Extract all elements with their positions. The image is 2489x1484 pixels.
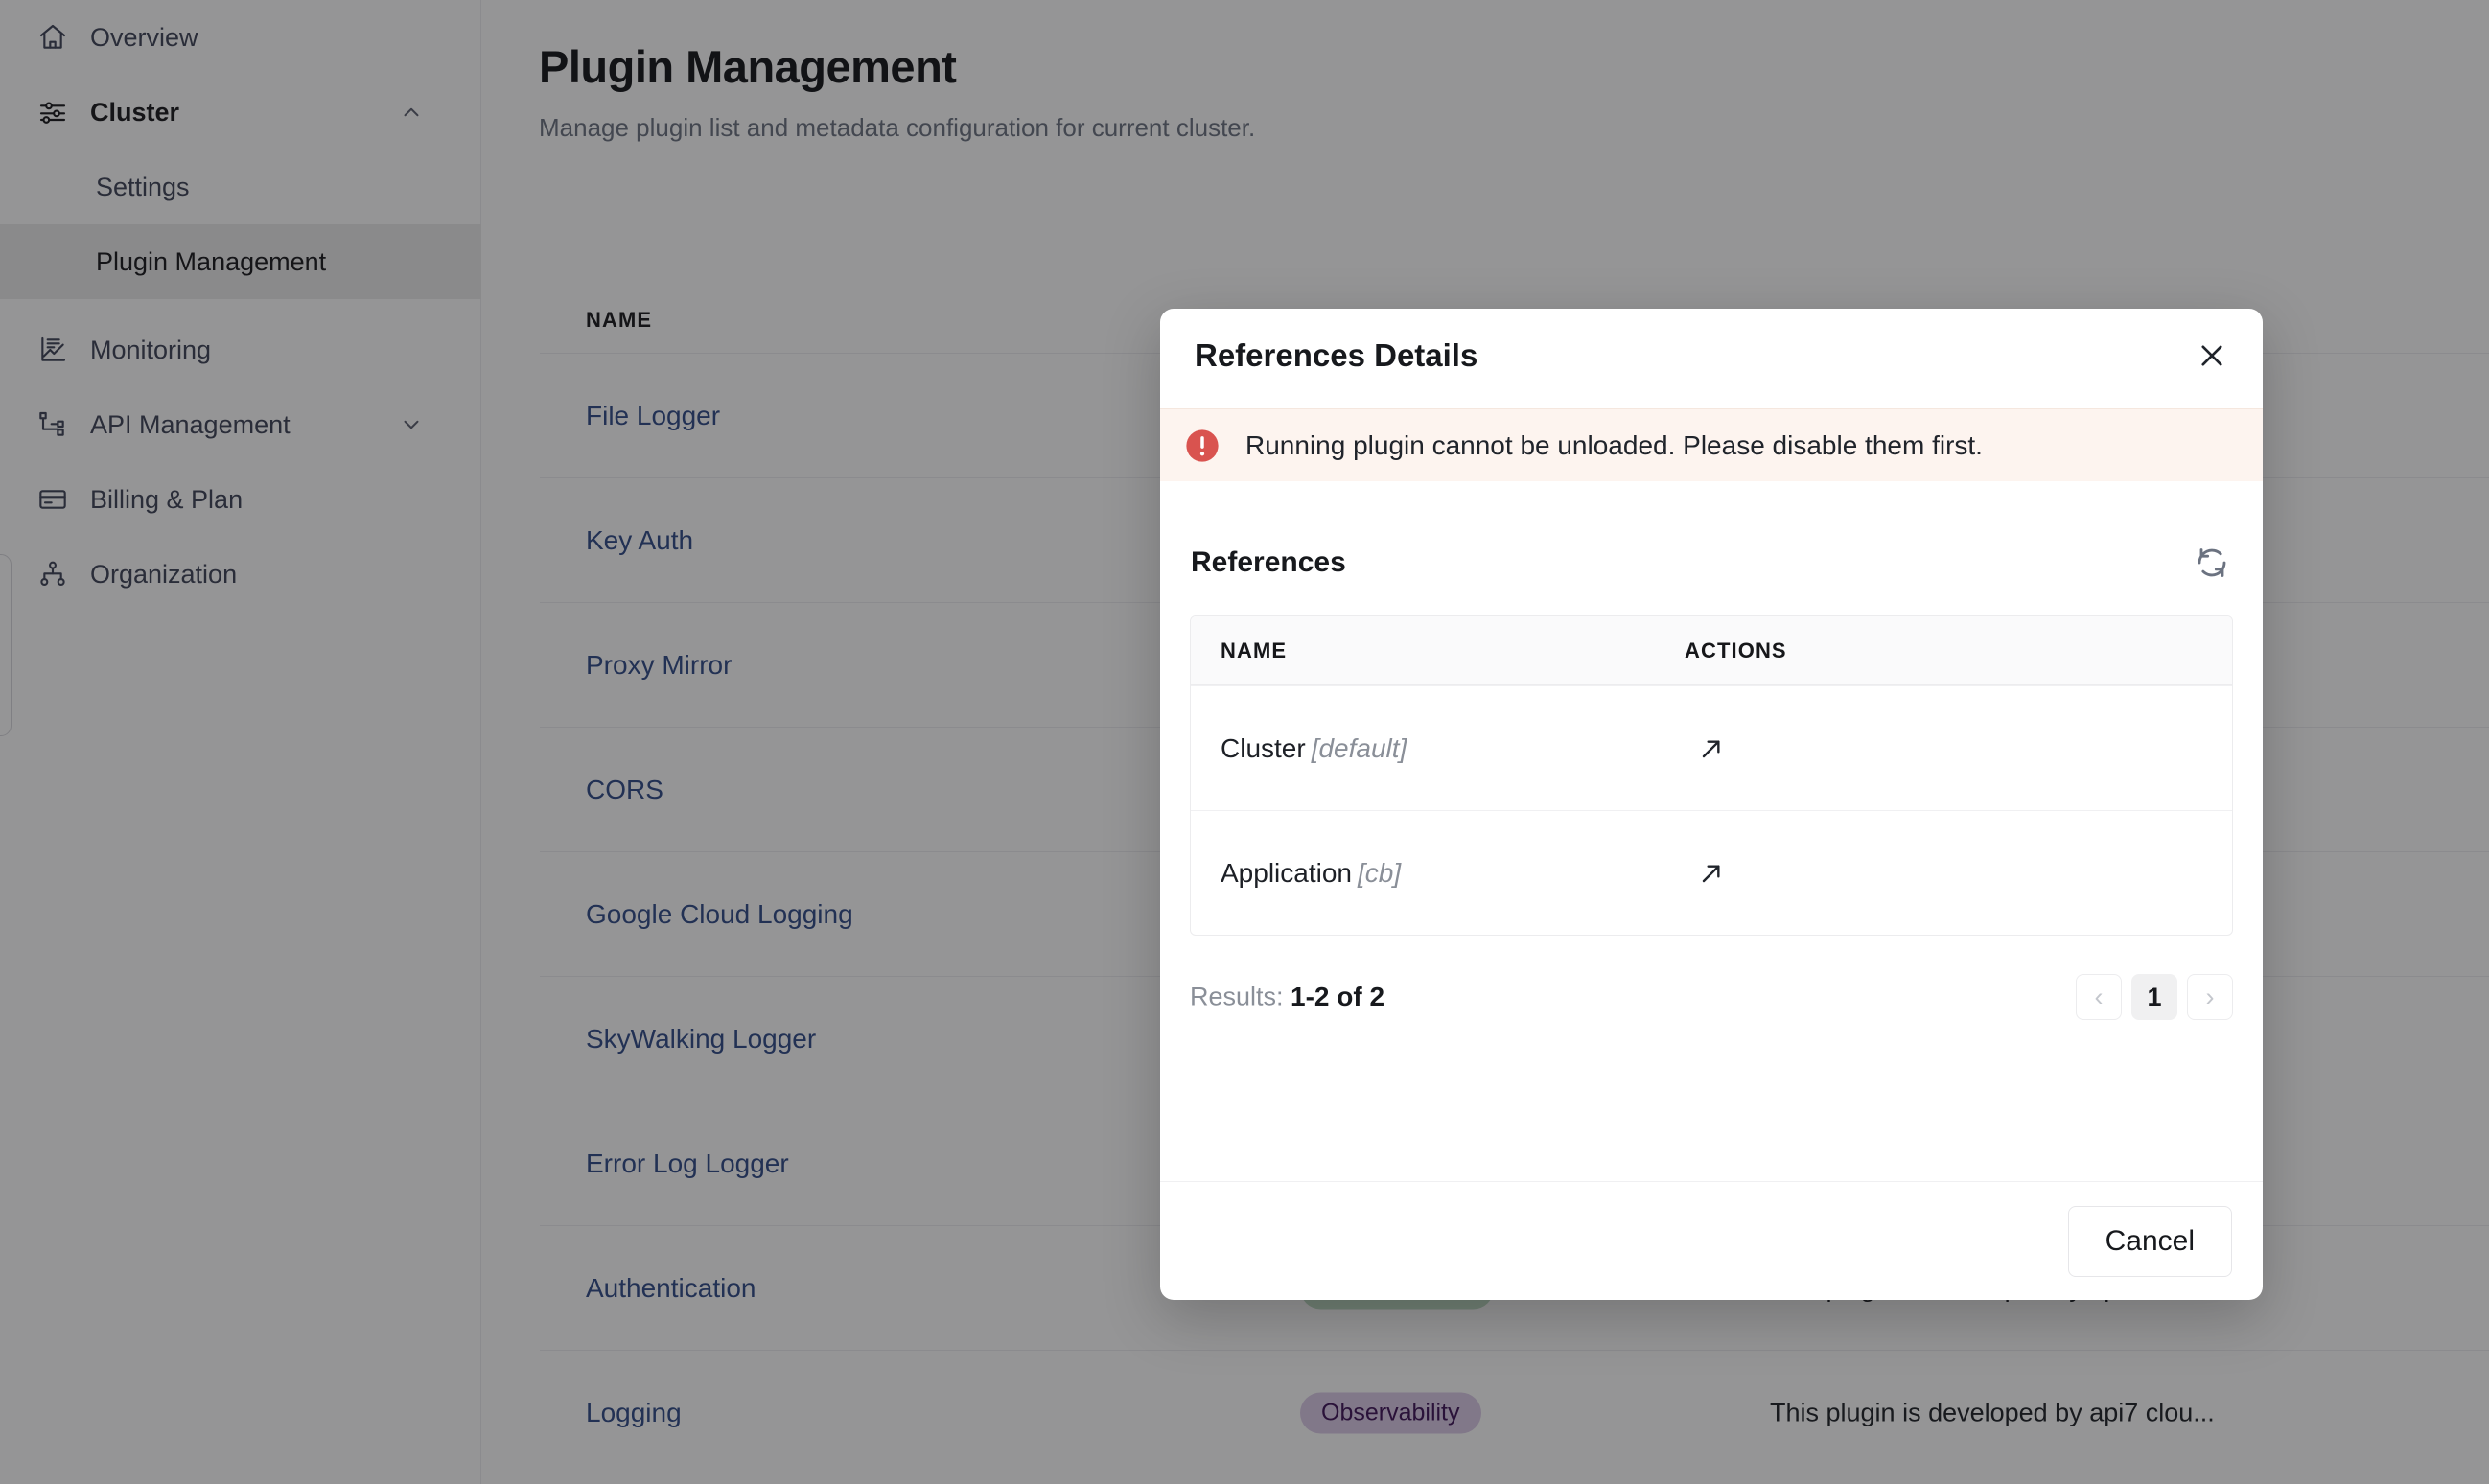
pagination-next-button[interactable]: › xyxy=(2187,974,2233,1020)
reference-name: Cluster [default] xyxy=(1221,733,1407,764)
pagination-controls: ‹ 1 › xyxy=(2076,974,2233,1020)
error-circle-icon xyxy=(1184,428,1221,464)
reference-name-text: Application xyxy=(1221,857,1352,888)
pagination-page-1-button[interactable]: 1 xyxy=(2131,974,2177,1020)
column-header-name: NAME xyxy=(1221,638,1288,662)
close-icon[interactable] xyxy=(2186,330,2238,382)
table-row: Cluster [default] xyxy=(1191,685,2232,810)
reference-name-text: Cluster xyxy=(1221,732,1306,763)
external-link-icon[interactable] xyxy=(1690,852,1733,894)
pagination-prev-button[interactable]: ‹ xyxy=(2076,974,2122,1020)
error-alert: Running plugin cannot be unloaded. Pleas… xyxy=(1160,408,2263,481)
references-details-dialog: References Details Running plugin cannot… xyxy=(1160,309,2263,1300)
references-table-header: NAME ACTIONS xyxy=(1191,616,2232,685)
pagination: Results: 1-2 of 2 ‹ 1 › xyxy=(1190,968,2233,1026)
references-heading: References xyxy=(1191,546,1346,578)
dialog-footer: Cancel xyxy=(1160,1181,2263,1300)
column-header-actions: ACTIONS xyxy=(1685,638,1787,662)
external-link-icon[interactable] xyxy=(1690,728,1733,770)
reference-name: Application [cb] xyxy=(1221,858,1401,889)
dialog-title: References Details xyxy=(1195,337,1478,373)
app-root: Overview Cluster Settings Plugin Managem… xyxy=(0,0,2489,1484)
cancel-button[interactable]: Cancel xyxy=(2067,1205,2232,1277)
dialog-header: References Details xyxy=(1160,309,2263,408)
references-table: NAME ACTIONS Cluster [default] Applicatio… xyxy=(1190,615,2233,936)
reference-qualifier: [default] xyxy=(1311,732,1407,763)
error-alert-message: Running plugin cannot be unloaded. Pleas… xyxy=(1245,429,1983,460)
refresh-icon[interactable] xyxy=(2186,537,2238,589)
results-label: Results: xyxy=(1190,982,1284,1011)
results-value: 1-2 of 2 xyxy=(1291,982,1385,1011)
table-row: Application [cb] xyxy=(1191,810,2232,935)
reference-qualifier: [cb] xyxy=(1357,857,1402,888)
